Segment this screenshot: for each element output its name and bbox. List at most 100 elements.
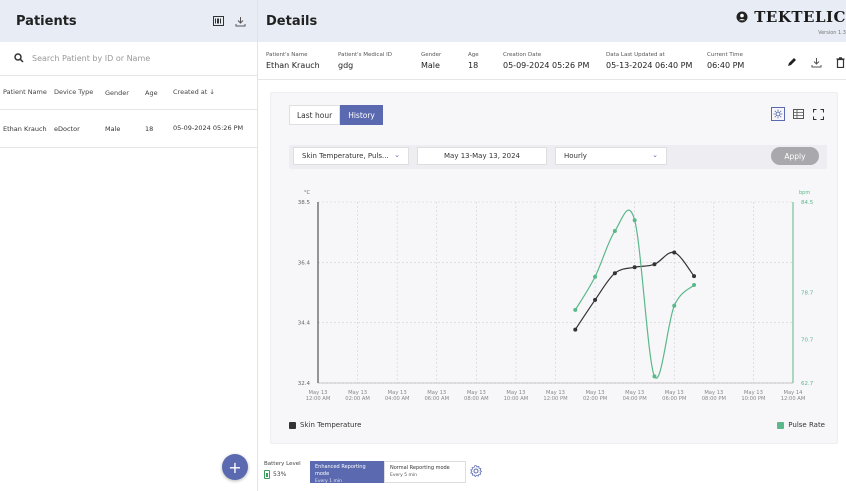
download-icon[interactable]: [810, 56, 822, 68]
y-left-unit: °C: [304, 190, 311, 196]
version-label: Version 1.3: [818, 30, 846, 36]
gear-icon[interactable]: [470, 465, 483, 478]
col-device-type[interactable]: Device Type: [54, 88, 105, 97]
info-value: Ethan Krauch: [266, 61, 320, 70]
cell-device: eDoctor: [54, 124, 80, 133]
x-tick-label: May 13 04:00 PM: [623, 390, 647, 402]
patient-info-bar: Patient's Name Ethan Krauch Patient's Me…: [258, 44, 846, 80]
info-last-updated: Data Last Updated at 05-13-2024 06:40 PM: [606, 52, 692, 70]
metric-select-value: Skin Temperature, Puls...: [302, 152, 389, 160]
barcode-icon[interactable]: [211, 14, 225, 28]
y-left-tick-label: 34.4: [298, 321, 311, 327]
col-patient-name[interactable]: Patient Name: [0, 88, 54, 97]
table-header: Patient Name Device Type Gender Age Crea…: [0, 76, 257, 110]
col-gender[interactable]: Gender: [105, 89, 145, 97]
range-tabs: Last hour History: [289, 105, 383, 125]
x-tick-label: May 13 12:00 AM: [306, 390, 331, 402]
data-point-pulse-rate: [632, 218, 637, 223]
brand-name: TEKTELIC: [754, 8, 846, 26]
view-toggle-icons: [765, 107, 825, 121]
user-icon[interactable]: [736, 11, 748, 23]
y-left-tick-label: 36.4: [298, 260, 311, 266]
info-actions: [774, 56, 846, 68]
line-chart: May 13 12:00 AM May 13 02:00 AM May 13 04:00 …: [298, 190, 814, 402]
search-input[interactable]: [32, 54, 232, 63]
enhanced-mode-label: Enhanced Reporting mode: [315, 464, 366, 477]
cell-gender: Male: [105, 124, 121, 133]
date-range-value: May 13-May 13, 2024: [444, 152, 520, 160]
info-label: Age: [468, 52, 479, 58]
cell-name: Ethan Krauch: [3, 124, 47, 133]
chart-view-icon[interactable]: [771, 107, 785, 121]
info-value: gdg: [338, 61, 354, 70]
details-panel: Details TEKTELIC Version 1.3 Patient's N…: [258, 0, 846, 491]
fullscreen-icon[interactable]: [811, 107, 825, 121]
edit-icon[interactable]: [786, 56, 798, 68]
device-status-bar: Battery Level 53% Enhanced Reporting mod…: [258, 455, 846, 491]
x-tick-label: May 13 10:00 AM: [504, 390, 529, 402]
x-tick-label: May 13 12:00 PM: [543, 390, 567, 402]
enhanced-mode-sub: Every 1 min: [315, 479, 342, 484]
patients-header: Patients: [0, 0, 257, 42]
x-tick-label: May 13 06:00 AM: [424, 390, 449, 402]
interval-select[interactable]: Hourly ⌄: [555, 147, 667, 165]
x-tick-label: May 13 02:00 PM: [583, 390, 607, 402]
app-root: Patients Patient Name Device Type Gender…: [0, 0, 846, 491]
search-icon: [14, 52, 24, 65]
data-point-pulse-rate: [672, 303, 677, 308]
tab-history[interactable]: History: [340, 105, 383, 125]
info-label: Patient's Medical ID: [338, 52, 392, 58]
x-tick-label: May 13 08:00 AM: [464, 390, 489, 402]
tab-last-hour[interactable]: Last hour: [289, 105, 341, 125]
legend-skin-temp: Skin Temperature: [289, 421, 361, 429]
legend-swatch: [777, 421, 785, 429]
filter-bar: Skin Temperature, Puls... ⌄ May 13-May 1…: [289, 145, 827, 169]
chevron-down-icon: ⌄: [652, 151, 658, 159]
data-point-pulse-rate: [612, 229, 617, 234]
legend-label: Skin Temperature: [300, 421, 362, 429]
legend-swatch: [289, 421, 296, 429]
data-point-pulse-rate: [652, 374, 657, 379]
x-tick-label: May 14 12:00 AM: [781, 390, 806, 402]
y-right-tick-label: 78.7: [801, 291, 814, 297]
data-point-skin-temperature: [632, 265, 637, 270]
x-tick-label: May 13 04:00 AM: [385, 390, 410, 402]
col-created-at[interactable]: Created at ↓: [173, 88, 253, 97]
data-point-pulse-rate: [692, 283, 697, 288]
col-age[interactable]: Age: [145, 89, 173, 97]
y-right-unit: bpm: [799, 190, 810, 196]
cell-created: 05-09-2024 05:26 PM: [173, 124, 244, 132]
table-row[interactable]: Ethan Krauch eDoctor Male 18 05-09-2024 …: [0, 110, 257, 148]
patients-title: Patients: [16, 13, 77, 29]
normal-mode-label: Normal Reporting mode: [390, 465, 450, 471]
data-point-skin-temperature: [692, 274, 697, 279]
y-right-tick-label: 62.7: [801, 381, 814, 387]
table-view-icon[interactable]: [791, 107, 805, 121]
x-tick-label: May 13 10:00 PM: [741, 390, 765, 402]
info-label: Patient's Name: [266, 52, 308, 58]
apply-button[interactable]: Apply: [771, 147, 819, 165]
info-current-time: Current Time 06:40 PM: [707, 52, 744, 70]
info-creation-date: Creation Date 05-09-2024 05:26 PM: [503, 52, 589, 70]
data-point-pulse-rate: [593, 274, 598, 279]
trash-icon[interactable]: [834, 56, 846, 68]
y-right-tick-label: 84.5: [801, 200, 814, 206]
y-right-tick-label: 70.7: [801, 338, 814, 344]
brand-logo: TEKTELIC: [736, 8, 846, 26]
data-point-skin-temperature: [652, 262, 657, 267]
info-value: 05-09-2024 05:26 PM: [503, 61, 590, 70]
normal-mode-button[interactable]: Normal Reporting mode Every 5 min: [384, 461, 466, 483]
info-value: Male: [421, 61, 440, 70]
enhanced-mode-button[interactable]: Enhanced Reporting mode Every 1 min: [310, 461, 384, 484]
add-patient-button[interactable]: +: [222, 454, 248, 480]
cell-age: 18: [145, 124, 154, 133]
x-tick-label: May 13 08:00 PM: [702, 390, 726, 402]
normal-mode-sub: Every 5 min: [390, 473, 417, 478]
patients-panel: Patients Patient Name Device Type Gender…: [0, 0, 258, 491]
download-icon[interactable]: [233, 14, 247, 28]
info-value: 18: [468, 61, 479, 70]
date-range-picker[interactable]: May 13-May 13, 2024: [417, 147, 547, 165]
metric-select[interactable]: Skin Temperature, Puls... ⌄: [293, 147, 409, 165]
info-gender: Gender Male: [421, 52, 441, 70]
info-patient-name: Patient's Name Ethan Krauch: [266, 52, 320, 70]
